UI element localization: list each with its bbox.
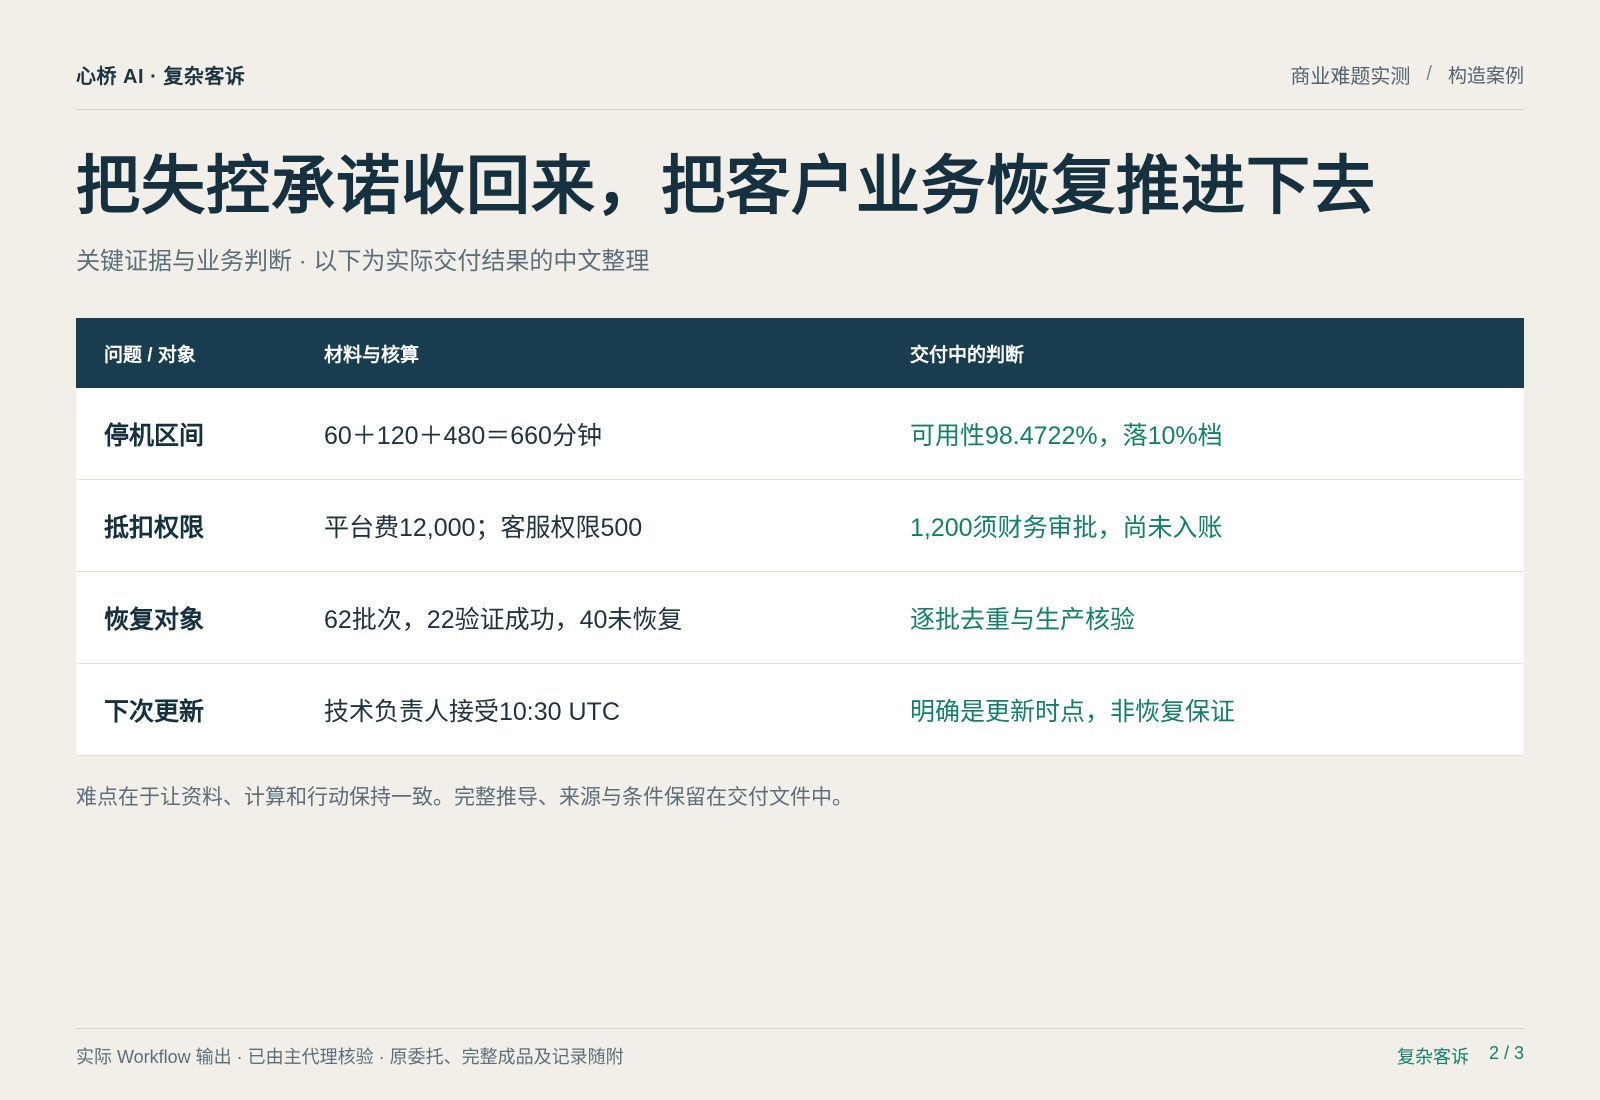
row-issue: 停机区间	[104, 421, 205, 450]
brand-label: 心桥 AI · 复杂客诉	[76, 65, 246, 88]
row-issue: 下次更新	[104, 697, 205, 726]
header-cell-judgement: 交付中的判断	[910, 344, 1025, 366]
table-row: 下次更新 技术负责人接受10:30 UTC 明确是更新时点，非恢复保证	[76, 664, 1524, 756]
row-materials: 62批次，22验证成功，40未恢复	[324, 605, 683, 634]
footer: 实际 Workflow 输出 · 已由主代理核验 · 原委托、完整成品及记录随附…	[76, 1043, 1524, 1069]
header-cell-issue: 问题 / 对象	[104, 344, 196, 366]
bottom-divider	[76, 1028, 1524, 1029]
row-judgement: 1,200须财务审批，尚未入账	[910, 513, 1223, 542]
row-materials: 技术负责人接受10:30 UTC	[324, 697, 620, 726]
footer-source: 实际 Workflow 输出 · 已由主代理核验 · 原委托、完整成品及记录随附	[76, 1047, 624, 1067]
row-issue: 抵扣权限	[104, 513, 205, 542]
page-title: 把失控承诺收回来，把客户业务恢复推进下去	[76, 150, 1376, 222]
slide-page: 心桥 AI · 复杂客诉 商业难题实测 / 构造案例 把失控承诺收回来，把客户业…	[76, 0, 1524, 1100]
footnote: 难点在于让资料、计算和行动保持一致。完整推导、来源与条件保留在交付文件中。	[76, 786, 853, 809]
page-number: 2 / 3	[1488, 1043, 1524, 1063]
breadcrumb-item-2: 构造案例	[1447, 65, 1524, 87]
table-row: 抵扣权限 平台费12,000；客服权限500 1,200须财务审批，尚未入账	[76, 480, 1524, 572]
footer-section: 复杂客诉	[1396, 1047, 1469, 1067]
row-judgement: 逐批去重与生产核验	[910, 605, 1136, 634]
top-bar: 心桥 AI · 复杂客诉 商业难题实测 / 构造案例	[76, 56, 1524, 92]
top-divider	[76, 109, 1524, 110]
breadcrumb-item-1: 商业难题实测	[1290, 65, 1411, 88]
table-row: 恢复对象 62批次，22验证成功，40未恢复 逐批去重与生产核验	[76, 572, 1524, 664]
table-row: 停机区间 60＋120＋480＝660分钟 可用性98.4722%，落10%档	[76, 388, 1524, 480]
breadcrumb-separator: /	[1426, 62, 1432, 85]
row-judgement: 可用性98.4722%，落10%档	[910, 421, 1223, 450]
table-header: 问题 / 对象 材料与核算 交付中的判断	[76, 318, 1524, 388]
row-materials: 60＋120＋480＝660分钟	[324, 421, 602, 450]
row-issue: 恢复对象	[104, 605, 205, 634]
row-materials: 平台费12,000；客服权限500	[324, 513, 643, 542]
row-judgement: 明确是更新时点，非恢复保证	[910, 697, 1236, 726]
breadcrumb: 商业难题实测 / 构造案例	[1290, 60, 1524, 89]
evidence-table: 问题 / 对象 材料与核算 交付中的判断 停机区间 60＋120＋480＝660…	[76, 318, 1524, 756]
page-subtitle: 关键证据与业务判断 · 以下为实际交付结果的中文整理	[76, 248, 650, 275]
header-cell-materials: 材料与核算	[324, 344, 420, 366]
footer-pagination: 复杂客诉 2 / 3	[1397, 1043, 1524, 1069]
